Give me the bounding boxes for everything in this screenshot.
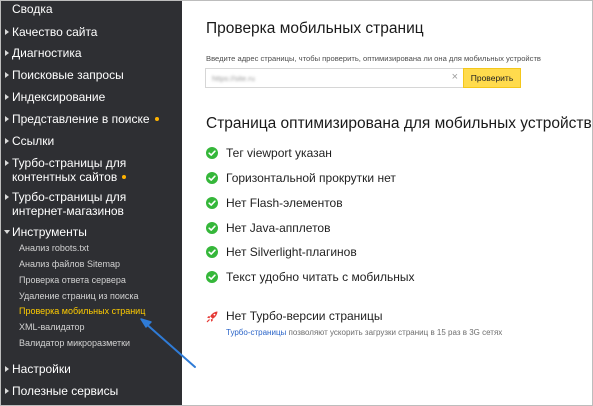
tools-item-mobile-check[interactable]: Проверка мобильных страниц [19, 306, 145, 317]
check-item-text: Нет Flash-элементов [226, 196, 343, 210]
check-circle-icon [206, 222, 218, 234]
url-hint: Введите адрес страницы, чтобы проверить,… [206, 54, 541, 63]
chevron-down-icon [4, 230, 10, 234]
turbo-warning-text: Нет Турбо-версии страницы [226, 309, 383, 323]
check-item-text: Тег viewport указан [226, 146, 332, 160]
chevron-right-icon [5, 72, 9, 78]
chevron-right-icon [5, 388, 9, 394]
sidebar-item-label: Диагностика [12, 46, 82, 60]
check-circle-icon [206, 172, 218, 184]
sidebar-item-label: Индексирование [12, 90, 106, 104]
tools-item-microdata-validator[interactable]: Валидатор микроразметки [19, 338, 130, 349]
chevron-right-icon [5, 116, 9, 122]
tools-item-xml-validator[interactable]: XML-валидатор [19, 322, 85, 333]
chevron-right-icon [5, 94, 9, 100]
sidebar-item-label: Качество сайта [12, 25, 98, 39]
url-input-value: https://site.ru [212, 74, 255, 83]
sidebar-item-label: Инструменты [12, 225, 87, 239]
chevron-right-icon [5, 138, 9, 144]
check-item-text: Нет Silverlight-плагинов [226, 245, 357, 259]
main-content: Проверка мобильных страниц Введите адрес… [182, 1, 592, 405]
check-item-text: Текст удобно читать с мобильных [226, 270, 415, 284]
turbo-note: Турбо-страницы позволяют ускорить загруз… [226, 328, 502, 337]
tools-item-remove-pages[interactable]: Удаление страниц из поиска [19, 291, 139, 302]
check-button[interactable]: Проверить [463, 68, 521, 88]
result-title: Страница оптимизирована для мобильных ус… [206, 115, 592, 132]
sidebar-item-label: Турбо-страницы для контентных сайтов [12, 156, 126, 184]
sidebar-item-text-line1: Турбо-страницы для [12, 156, 127, 170]
chevron-right-icon [5, 194, 9, 200]
sidebar-item-label: Ссылки [12, 134, 55, 148]
chevron-right-icon [5, 160, 9, 166]
check-circle-icon [206, 147, 218, 159]
sidebar-item-text: Представление в поиске [12, 112, 150, 126]
check-circle-icon [206, 246, 218, 258]
close-icon[interactable]: × [452, 71, 458, 83]
page-title: Проверка мобильных страниц [206, 20, 424, 37]
chevron-right-icon [5, 366, 9, 372]
tools-item-robots[interactable]: Анализ robots.txt [19, 243, 89, 254]
tools-item-sitemap[interactable]: Анализ файлов Sitemap [19, 259, 120, 270]
tools-item-server-response[interactable]: Проверка ответа сервера [19, 275, 126, 286]
sidebar: Сводка Качество сайта Диагностика Поиско… [1, 1, 182, 405]
sidebar-item-label: Сводка [12, 2, 53, 16]
sidebar-item-turbo-content[interactable]: Турбо-страницы для контентных сайтов [1, 156, 182, 184]
chevron-right-icon [5, 50, 9, 56]
sidebar-item-text-line2: контентных сайтов [12, 170, 118, 184]
url-input[interactable]: https://site.ru × [205, 68, 463, 88]
check-item-text: Нет Java-апплетов [226, 221, 331, 235]
sidebar-item-turbo-shops[interactable]: Турбо-страницы для интернет-магазинов [1, 190, 182, 218]
sidebar-item-text-line2: интернет-магазинов [12, 204, 124, 218]
sidebar-item-label: Представление в поиске [12, 112, 159, 126]
check-item-text: Горизонтальной прокрутки нет [226, 171, 396, 185]
sidebar-item-text-line1: Турбо-страницы для [12, 190, 127, 204]
sidebar-item-label: Поисковые запросы [12, 68, 124, 82]
turbo-note-text: позволяют ускорить загрузки страниц в 15… [286, 328, 503, 337]
chevron-right-icon [5, 29, 9, 35]
check-circle-icon [206, 271, 218, 283]
sidebar-item-label: Полезные сервисы [12, 384, 119, 398]
check-circle-icon [206, 197, 218, 209]
notification-dot [154, 117, 159, 121]
notification-dot [122, 175, 127, 179]
sidebar-item-label: Турбо-страницы для интернет-магазинов [12, 190, 126, 218]
screenshot-frame: Сводка Качество сайта Диагностика Поиско… [0, 0, 593, 406]
sidebar-item-label: Настройки [12, 362, 71, 376]
turbo-pages-link[interactable]: Турбо-страницы [226, 328, 286, 337]
rocket-icon [206, 310, 219, 323]
